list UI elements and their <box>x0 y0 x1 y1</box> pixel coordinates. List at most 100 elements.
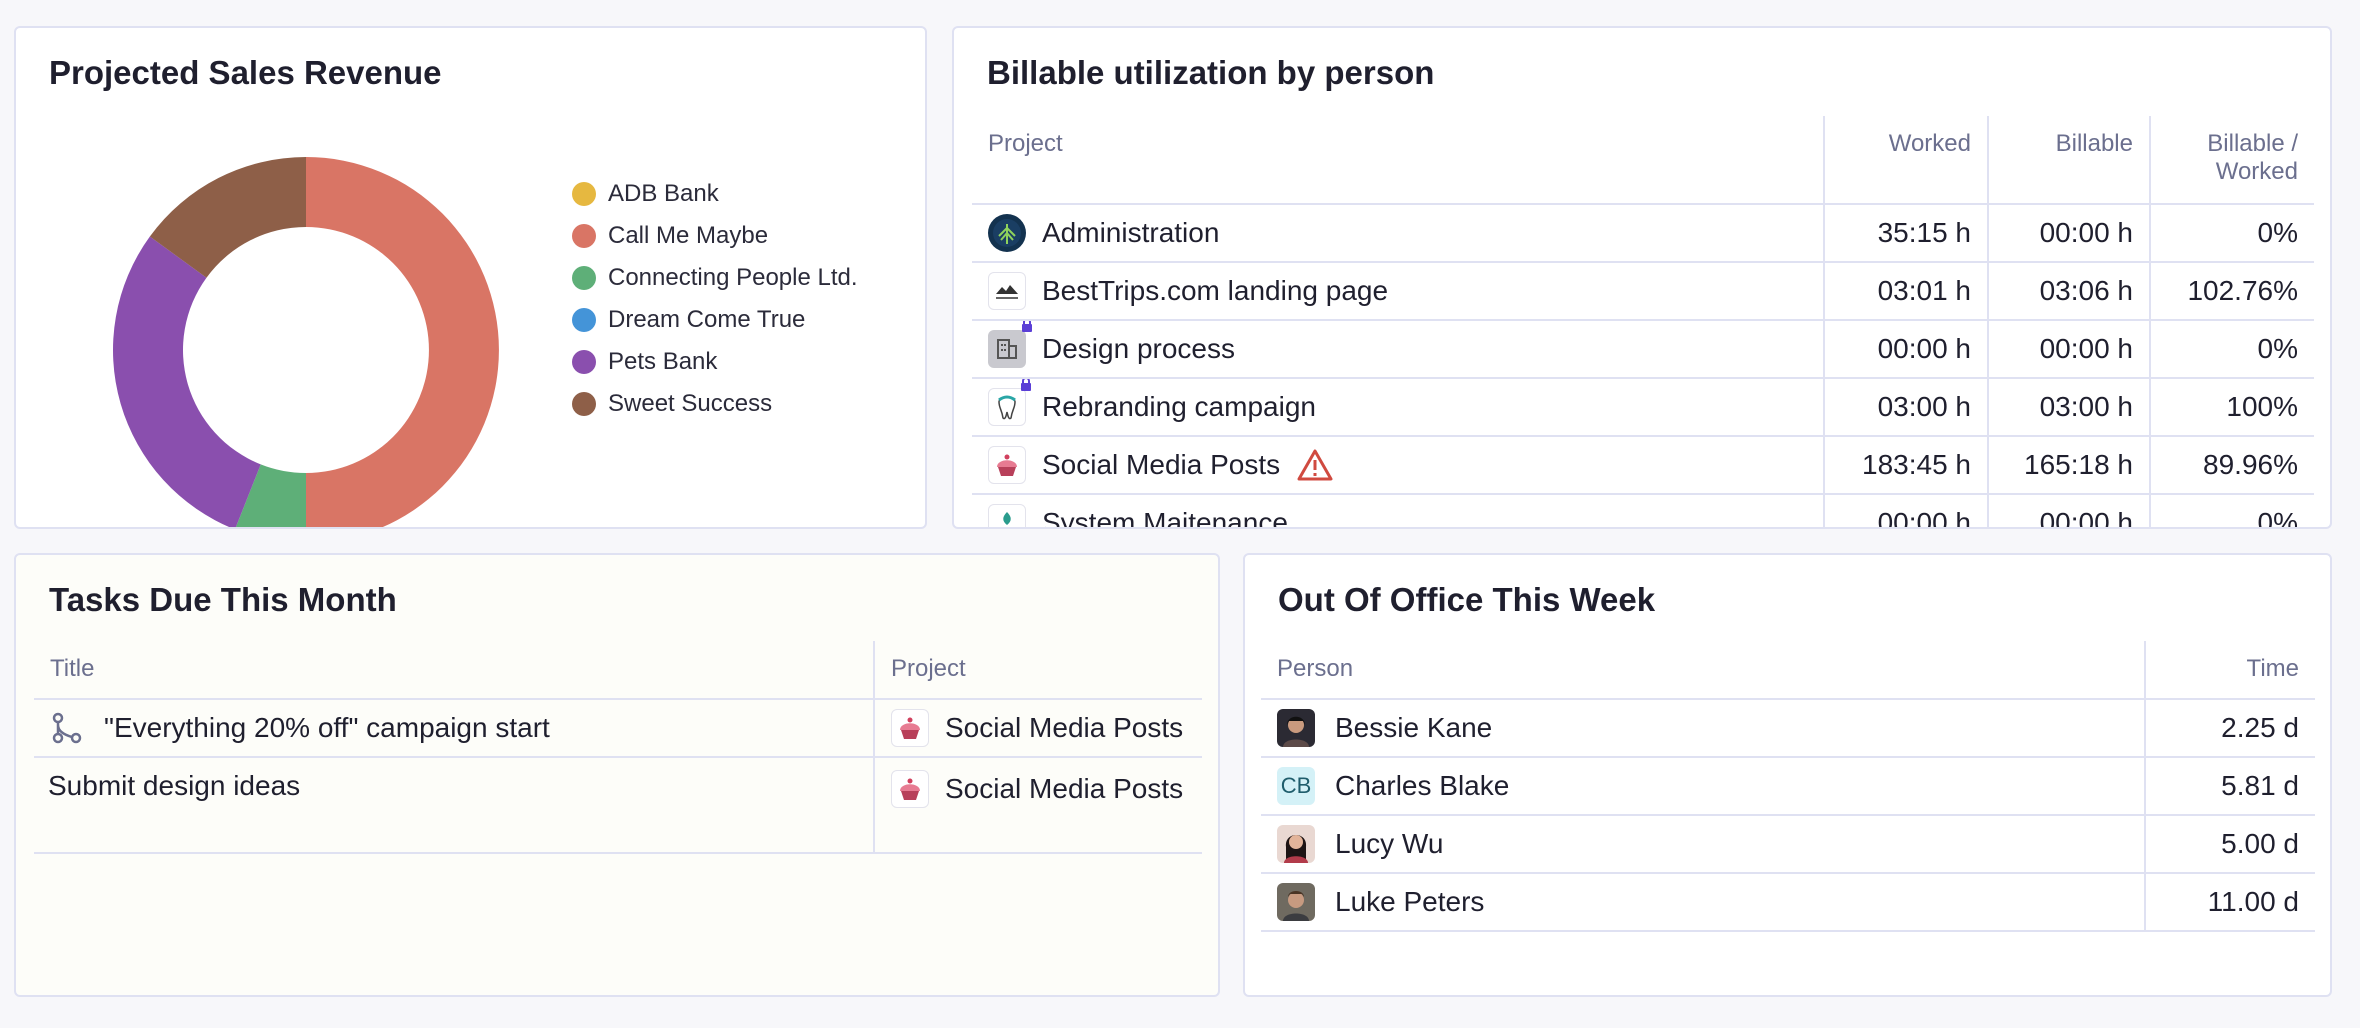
project-name[interactable]: System Maitenance <box>1042 507 1288 527</box>
project-name[interactable]: Administration <box>1042 217 1219 249</box>
worked-cell: 00:00 h <box>1823 494 1988 527</box>
project-name[interactable]: Rebranding campaign <box>1042 391 1316 423</box>
column-header-ratio[interactable]: Billable / Worked <box>2149 116 2314 205</box>
legend-item-sweet-success[interactable]: Sweet Success <box>572 383 858 425</box>
column-header-person[interactable]: Person <box>1261 641 2145 700</box>
ratio-cell: 89.96% <box>2149 436 2314 495</box>
person-name[interactable]: Lucy Wu <box>1335 828 1443 860</box>
time-cell: 5.81 d <box>2144 757 2315 816</box>
legend-label: Dream Come True <box>608 306 806 333</box>
time-cell: 5.00 d <box>2144 815 2315 874</box>
person-name[interactable]: Bessie Kane <box>1335 712 1492 744</box>
billable-cell: 00:00 h <box>1987 320 2150 379</box>
legend-item-adb-bank[interactable]: ADB Bank <box>572 173 858 215</box>
billable-cell: 00:00 h <box>1987 494 2150 527</box>
task-project[interactable]: Social Media Posts <box>945 773 1183 805</box>
legend-dot <box>572 224 596 248</box>
task-title[interactable]: Submit design ideas <box>48 770 300 801</box>
donut-slice-call-me-maybe[interactable] <box>306 157 499 529</box>
table-row[interactable]: BestTrips.com landing page 03:01 h 03:06… <box>972 262 2314 321</box>
table-row[interactable]: Lucy Wu 5.00 d <box>1261 815 2315 874</box>
tree-logo-icon <box>988 214 1026 252</box>
task-title[interactable]: "Everything 20% off" campaign start <box>104 712 550 744</box>
person-name[interactable]: Luke Peters <box>1335 886 1484 918</box>
warning-icon[interactable] <box>1296 448 1334 482</box>
cupcake-icon <box>891 709 929 747</box>
table-row[interactable]: Submit design ideas Social Media Posts <box>34 757 1202 854</box>
table-row[interactable]: Bessie Kane 2.25 d <box>1261 699 2315 758</box>
billable-utilization-card: Billable utilization by person Project W… <box>952 26 2332 529</box>
out-of-office-table: Person Time Bessie Kane 2.25 d CB Charle… <box>1261 641 2315 932</box>
worked-cell: 35:15 h <box>1823 204 1988 263</box>
billable-cell: 165:18 h <box>1987 436 2150 495</box>
legend-label: Connecting People Ltd. <box>608 264 858 291</box>
chart-legend: ADB Bank Call Me Maybe Connecting People… <box>572 173 858 425</box>
column-header-project[interactable]: Project <box>972 116 1824 205</box>
legend-label: Sweet Success <box>608 390 773 417</box>
time-cell: 11.00 d <box>2144 873 2315 932</box>
billable-cell: 00:00 h <box>1987 204 2150 263</box>
column-header-time[interactable]: Time <box>2144 641 2315 700</box>
ratio-cell: 0% <box>2149 204 2314 263</box>
adb-logo-icon: ADB <box>988 504 1026 529</box>
table-row[interactable]: CB Charles Blake 5.81 d <box>1261 757 2315 816</box>
legend-item-pets-bank[interactable]: Pets Bank <box>572 341 858 383</box>
project-name[interactable]: BestTrips.com landing page <box>1042 275 1388 307</box>
sales-donut-chart <box>113 157 499 529</box>
billable-table: Project Worked Billable Billable / Worke… <box>972 116 2314 529</box>
cupcake-icon <box>891 770 929 808</box>
lock-icon <box>1022 320 1032 332</box>
avatar <box>1277 883 1315 921</box>
legend-item-call-me-maybe[interactable]: Call Me Maybe <box>572 215 858 257</box>
table-header-row: Title Project <box>34 641 1202 700</box>
table-row[interactable]: Administration 35:15 h 00:00 h 0% <box>972 204 2314 263</box>
table-header-row: Project Worked Billable Billable / Worke… <box>972 116 2314 205</box>
table-row[interactable]: ADB System Maitenance 00:00 h 00:00 h 0% <box>972 494 2314 529</box>
column-header-title[interactable]: Title <box>34 641 874 700</box>
out-of-office-card: Out Of Office This Week Person Time Bess… <box>1243 553 2332 997</box>
workflow-icon <box>52 712 82 744</box>
table-row[interactable]: Luke Peters 11.00 d <box>1261 873 2315 932</box>
svg-text:ADB: ADB <box>999 528 1015 529</box>
card-title: Billable utilization by person <box>987 54 1435 91</box>
tooth-logo-icon <box>988 378 1031 426</box>
time-cell: 2.25 d <box>2144 699 2315 758</box>
avatar: CB <box>1277 767 1315 805</box>
column-header-billable[interactable]: Billable <box>1987 116 2150 205</box>
worked-cell: 03:00 h <box>1823 378 1988 437</box>
donut-slice-pets-bank[interactable] <box>113 236 261 529</box>
building-icon <box>988 320 1032 368</box>
ratio-cell: 0% <box>2149 320 2314 379</box>
tasks-table: Title Project "Everything 20% off" campa… <box>34 641 1202 854</box>
avatar <box>1277 709 1315 747</box>
legend-item-dream-come-true[interactable]: Dream Come True <box>572 299 858 341</box>
card-title: Tasks Due This Month <box>49 581 397 618</box>
column-header-worked[interactable]: Worked <box>1823 116 1988 205</box>
table-row[interactable]: Rebranding campaign 03:00 h 03:00 h 100% <box>972 378 2314 437</box>
avatar <box>1277 825 1315 863</box>
legend-dot <box>572 266 596 290</box>
table-row[interactable]: Social Media Posts 183:45 h 165:18 h 89.… <box>972 436 2314 495</box>
lock-icon <box>1021 378 1031 391</box>
legend-item-connecting-people[interactable]: Connecting People Ltd. <box>572 257 858 299</box>
person-name[interactable]: Charles Blake <box>1335 770 1509 802</box>
projected-sales-revenue-card: Projected Sales Revenue ADB Bank Call Me… <box>14 26 927 529</box>
tasks-due-card: Tasks Due This Month Title Project "Ever… <box>14 553 1220 997</box>
table-row[interactable]: Design process 00:00 h 00:00 h 0% <box>972 320 2314 379</box>
project-name[interactable]: Social Media Posts <box>1042 449 1280 481</box>
table-row[interactable]: "Everything 20% off" campaign start Soci… <box>34 699 1202 758</box>
ratio-cell: 102.76% <box>2149 262 2314 321</box>
worked-cell: 00:00 h <box>1823 320 1988 379</box>
legend-dot <box>572 308 596 332</box>
legend-label: Call Me Maybe <box>608 222 769 249</box>
ratio-cell: 100% <box>2149 378 2314 437</box>
billable-cell: 03:00 h <box>1987 378 2150 437</box>
project-name[interactable]: Design process <box>1042 333 1235 365</box>
column-header-project[interactable]: Project <box>873 641 1202 700</box>
task-project[interactable]: Social Media Posts <box>945 712 1183 744</box>
table-header-row: Person Time <box>1261 641 2315 700</box>
legend-dot <box>572 350 596 374</box>
worked-cell: 183:45 h <box>1823 436 1988 495</box>
legend-label: Pets Bank <box>608 348 718 375</box>
legend-dot <box>572 182 596 206</box>
